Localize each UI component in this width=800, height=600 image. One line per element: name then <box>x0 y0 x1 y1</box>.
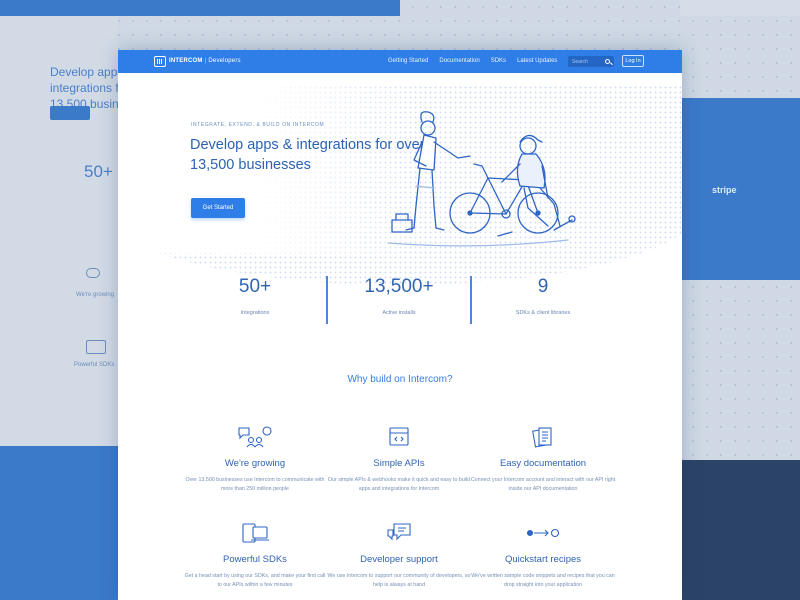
background-partners-band <box>682 98 800 280</box>
bike-repair-illustration <box>387 111 576 247</box>
background-navbar-right <box>680 0 800 16</box>
stat-active-installs: 13,500+ Active installs <box>334 275 464 316</box>
nav-link-documentation[interactable]: Documentation <box>439 58 479 64</box>
search-placeholder: Search <box>572 58 588 65</box>
feature-title: Simple APIs <box>373 458 425 469</box>
feature-title: Easy documentation <box>499 458 587 469</box>
code-window-icon <box>389 427 409 446</box>
stat-divider <box>326 276 328 324</box>
stat-label: SDKs & client libraries <box>515 310 571 316</box>
feature-description: Our simple APIs & webhooks make it quick… <box>327 477 471 492</box>
background-chat-icon <box>86 268 100 278</box>
background-partner-logo: stripe <box>712 185 737 195</box>
brand-section: Developers <box>208 58 241 64</box>
intercom-logo-icon[interactable] <box>154 56 166 67</box>
background-feature-label-2: Powerful SDKs <box>74 362 115 368</box>
documents-icon <box>532 427 552 448</box>
stats-row: 50+ Integrations 13,500+ Active installs… <box>118 275 682 325</box>
stat-label: Active installs <box>382 310 416 316</box>
background-navbar <box>0 0 400 16</box>
background-cta <box>50 106 90 120</box>
search-input[interactable]: Search <box>568 56 614 67</box>
feature-description: We use Intercom to support our community… <box>327 573 471 588</box>
feature-description: We've written sample code snippets and r… <box>471 573 615 588</box>
feature-item: Easy documentation Connect your Intercom… <box>468 426 618 493</box>
feature-title: We're growing <box>224 458 286 469</box>
stat-value: 50+ <box>238 276 272 297</box>
background-footer-left <box>0 446 120 600</box>
flow-icon <box>526 528 560 538</box>
stat-label: Integrations <box>240 310 270 316</box>
feature-title: Powerful SDKs <box>223 554 287 565</box>
background-devices-icon <box>86 340 106 354</box>
feature-description: Get a head start by using our SDKs, and … <box>184 573 326 588</box>
feature-description: Connect your Intercom account and intera… <box>470 477 616 492</box>
feature-item: Quickstart recipes We've written sample … <box>468 522 618 589</box>
hero-section: INTEGRATE, EXTEND, & BUILD ON INTERCOM D… <box>118 73 682 285</box>
background-footer-right <box>680 460 800 600</box>
nav-link-getting-started[interactable]: Getting Started <box>388 58 428 64</box>
background-feature-label: We're growing <box>76 292 115 298</box>
feature-item: Simple APIs Our simple APIs & webhooks m… <box>324 426 474 493</box>
chat-people-icon <box>238 426 272 448</box>
feature-title: Quickstart recipes <box>504 554 582 565</box>
page-card: INTERCOM | Developers Getting Started Docu… <box>118 50 682 600</box>
brand-name: INTERCOM <box>169 58 203 64</box>
nav-link-latest-updates[interactable]: Latest Updates <box>517 58 557 64</box>
feature-description: Over 13,500 businesses use Intercom to c… <box>185 477 325 492</box>
section-heading: Why build on Intercom? <box>347 374 453 385</box>
nav-link-sdks[interactable]: SDKs <box>491 58 506 64</box>
feature-item: We're growing Over 13,500 businesses use… <box>180 426 330 493</box>
stat-value: 13,500+ <box>364 276 434 297</box>
get-started-button[interactable]: Get Started <box>191 198 245 218</box>
nav-links: Getting Started Documentation SDKs Lates… <box>388 58 557 64</box>
background-stat: 50+ <box>84 162 113 181</box>
feature-item: Developer support We use Intercom to sup… <box>324 522 474 589</box>
feature-item: Powerful SDKs Get a head start by using … <box>180 522 330 589</box>
login-button[interactable]: Log In <box>622 55 644 67</box>
stat-divider <box>470 276 472 324</box>
feature-title: Developer support <box>360 554 438 565</box>
stat-integrations: 50+ Integrations <box>190 275 320 316</box>
hero-eyebrow: INTEGRATE, EXTEND, & BUILD ON INTERCOM <box>191 122 325 128</box>
top-navbar: INTERCOM | Developers Getting Started Docu… <box>118 50 682 73</box>
brand[interactable]: INTERCOM | Developers <box>169 58 241 64</box>
devices-icon <box>242 523 269 543</box>
search-icon <box>605 58 610 64</box>
stat-sdks: 9 SDKs & client libraries <box>478 275 608 316</box>
support-chat-icon <box>387 523 411 541</box>
stat-value: 9 <box>537 276 549 297</box>
